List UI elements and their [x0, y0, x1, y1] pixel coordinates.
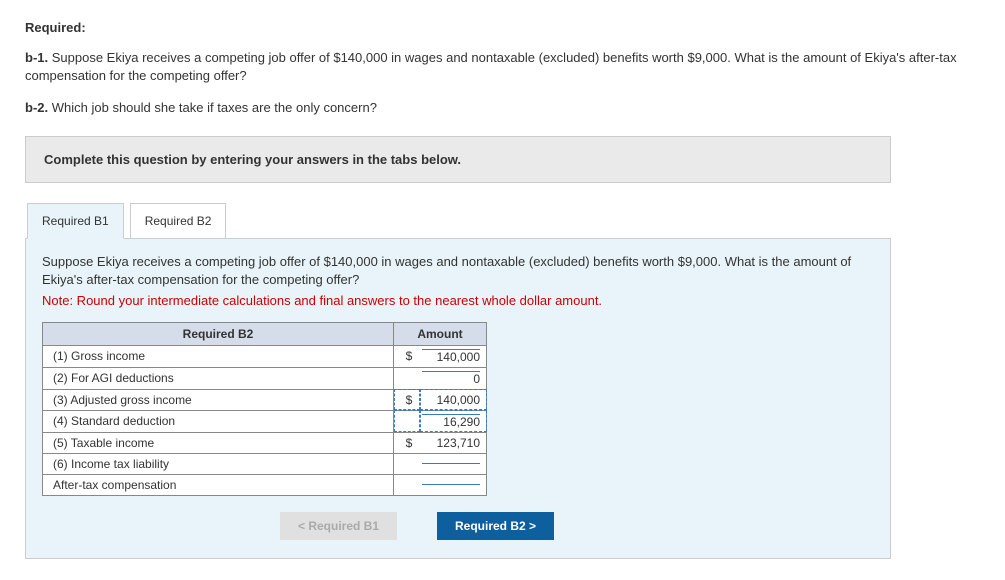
row-currency: $	[394, 432, 421, 453]
question-b2-text: Which job should she take if taxes are t…	[52, 100, 377, 115]
row-value: 140,000	[420, 389, 487, 410]
table-row: (6) Income tax liability	[43, 453, 487, 474]
row-currency	[394, 453, 421, 474]
panel-note: Note: Round your intermediate calculatio…	[42, 293, 874, 308]
row-label: (4) Standard deduction	[43, 410, 394, 432]
instruction-bar: Complete this question by entering your …	[25, 136, 891, 183]
col-header-label: Required B2	[43, 322, 394, 345]
table-row: (3) Adjusted gross income$140,000	[43, 389, 487, 410]
row-currency	[394, 410, 421, 432]
row-label: (5) Taxable income	[43, 432, 394, 453]
tab-panel-b1: Suppose Ekiya receives a competing job o…	[25, 238, 891, 559]
row-currency	[394, 474, 421, 495]
row-currency: $	[394, 345, 421, 367]
question-b1: b-1. Suppose Ekiya receives a competing …	[25, 49, 980, 85]
row-value[interactable]: 16,290	[420, 410, 487, 432]
row-currency	[394, 367, 421, 389]
required-heading: Required:	[25, 20, 980, 35]
row-label: (3) Adjusted gross income	[43, 389, 394, 410]
row-currency: $	[394, 389, 421, 410]
row-label: After-tax compensation	[43, 474, 394, 495]
row-value[interactable]: 0	[420, 367, 487, 389]
row-label: (1) Gross income	[43, 345, 394, 367]
chevron-left-icon: <	[298, 519, 305, 533]
question-b2-label: b-2.	[25, 100, 48, 115]
tab-strip: Required B1 Required B2	[27, 203, 980, 239]
panel-prompt: Suppose Ekiya receives a competing job o…	[42, 253, 874, 289]
table-row: (2) For AGI deductions 0	[43, 367, 487, 389]
row-value: 123,710	[420, 432, 487, 453]
chevron-right-icon: >	[529, 519, 536, 533]
table-row: (1) Gross income$140,000	[43, 345, 487, 367]
question-b1-text: Suppose Ekiya receives a competing job o…	[25, 50, 957, 83]
tab-required-b2[interactable]: Required B2	[130, 203, 227, 239]
prev-button-label: Required B1	[308, 519, 379, 533]
row-label: (2) For AGI deductions	[43, 367, 394, 389]
question-b2: b-2. Which job should she take if taxes …	[25, 99, 980, 117]
prev-button[interactable]: < Required B1	[280, 512, 397, 540]
next-button-label: Required B2	[455, 519, 526, 533]
table-row: After-tax compensation	[43, 474, 487, 495]
nav-buttons: < Required B1 Required B2 >	[192, 512, 642, 540]
answer-table: Required B2 Amount (1) Gross income$140,…	[42, 322, 487, 496]
table-row: (4) Standard deduction 16,290	[43, 410, 487, 432]
next-button[interactable]: Required B2 >	[437, 512, 554, 540]
row-label: (6) Income tax liability	[43, 453, 394, 474]
table-row: (5) Taxable income$123,710	[43, 432, 487, 453]
row-value[interactable]	[420, 453, 487, 474]
tab-required-b1[interactable]: Required B1	[27, 203, 124, 239]
col-header-amount: Amount	[394, 322, 487, 345]
question-b1-label: b-1.	[25, 50, 48, 65]
row-value[interactable]	[420, 474, 487, 495]
row-value[interactable]: 140,000	[420, 345, 487, 367]
